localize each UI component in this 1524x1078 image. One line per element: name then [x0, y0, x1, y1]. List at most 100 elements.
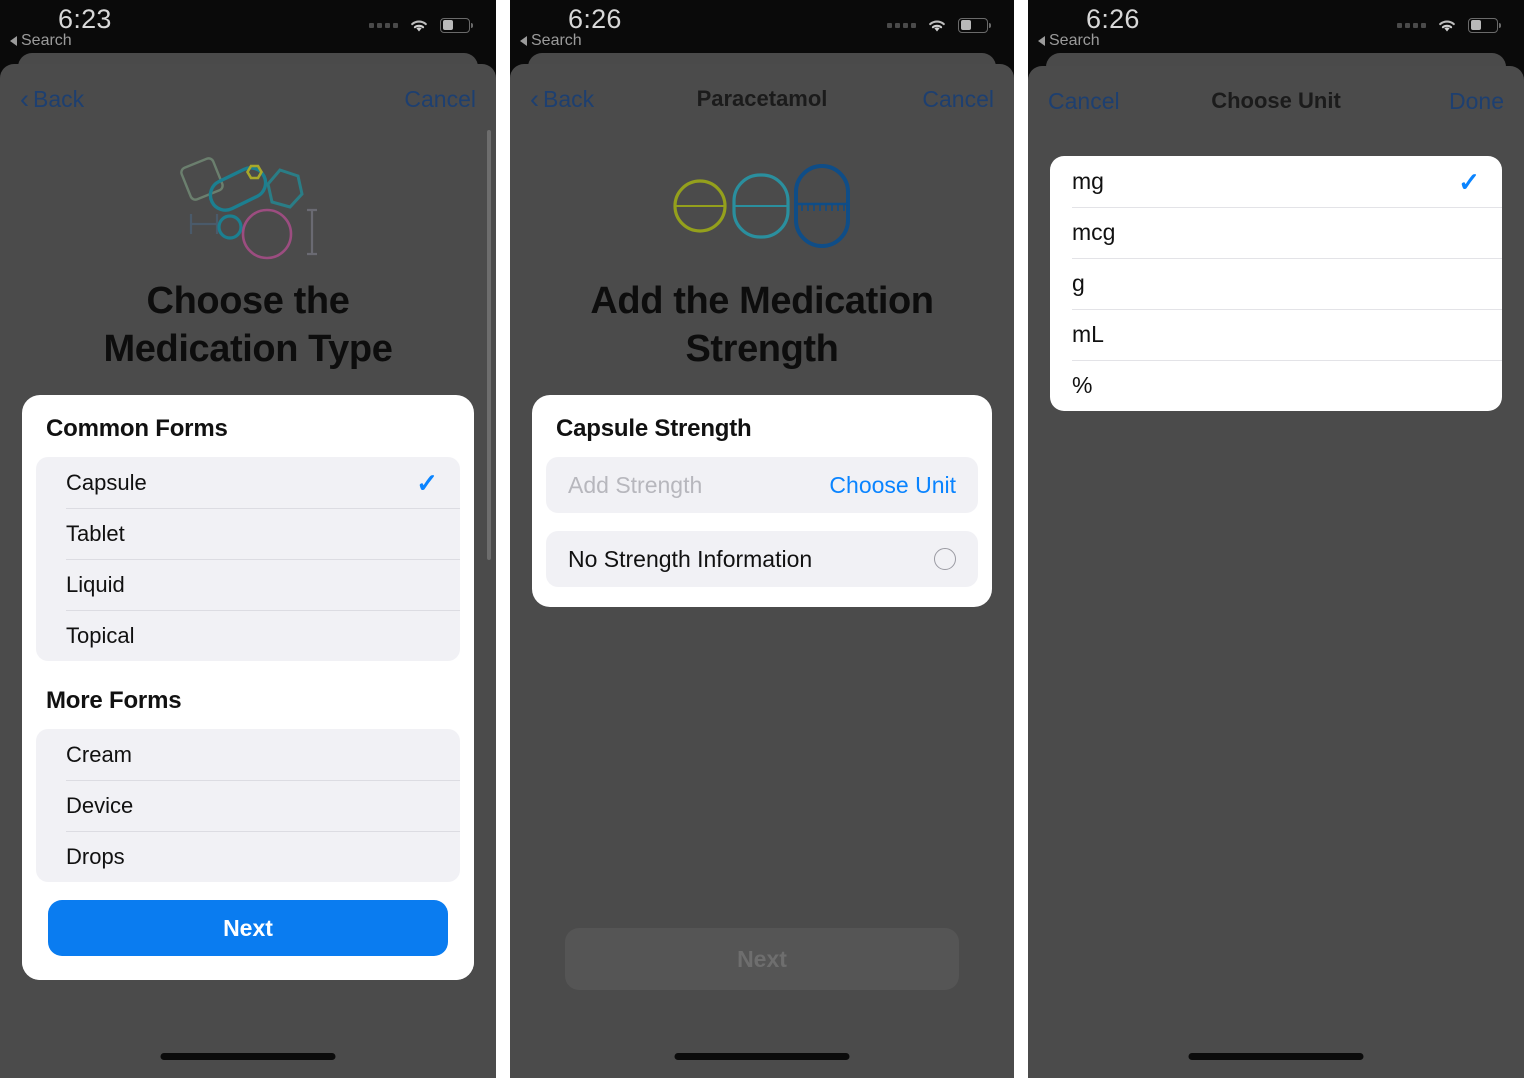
- more-forms-list: Cream Device Drops: [36, 729, 460, 882]
- unit-option-percent[interactable]: %: [1050, 360, 1502, 411]
- home-indicator[interactable]: [674, 1053, 850, 1060]
- back-triangle-icon: [520, 36, 527, 46]
- status-back-to-search[interactable]: Search: [1038, 32, 1100, 50]
- cancel-button-label: Cancel: [922, 85, 994, 112]
- page-title-line1: Add the Medication: [590, 280, 934, 322]
- back-triangle-icon: [1038, 36, 1045, 46]
- list-item-tablet[interactable]: Tablet: [36, 508, 460, 559]
- list-item-label: Topical: [66, 622, 135, 648]
- phone-panel-medication-type: 6:23 Search ‹ Back Cancel Choose the Med…: [0, 0, 496, 1078]
- scrollbar[interactable]: [487, 130, 491, 560]
- status-indicators: [1397, 16, 1501, 34]
- list-item-label: Drops: [66, 843, 125, 869]
- primary-action-area: Next: [22, 882, 474, 980]
- no-strength-information-option[interactable]: No Strength Information: [546, 531, 978, 587]
- medication-forms-card: Common Forms Capsule ✓ Tablet Liquid Top…: [22, 395, 474, 980]
- unit-option-ml[interactable]: mL: [1050, 309, 1502, 360]
- nav-bar: Cancel Choose Unit Done: [1028, 66, 1524, 136]
- back-button[interactable]: ‹ Back: [530, 85, 594, 113]
- unit-option-label: g: [1072, 270, 1085, 296]
- capsule-strength-card: Capsule Strength Add Strength Choose Uni…: [532, 395, 992, 607]
- checkmark-icon: ✓: [1458, 166, 1480, 197]
- modal-sheet: ‹ Back Paracetamol Cancel Add the Medica…: [510, 64, 1014, 1078]
- strength-input-row[interactable]: Add Strength Choose Unit: [546, 457, 978, 513]
- capsule-shapes-illustration: [510, 150, 1014, 262]
- common-forms-list: Capsule ✓ Tablet Liquid Topical: [36, 457, 460, 661]
- unit-option-label: %: [1072, 372, 1093, 398]
- status-back-label: Search: [21, 32, 72, 49]
- next-button[interactable]: Next: [48, 900, 448, 956]
- list-item-topical[interactable]: Topical: [36, 610, 460, 661]
- status-indicators: [369, 16, 473, 34]
- panel-divider-1: [496, 0, 510, 1078]
- unit-option-mcg[interactable]: mcg: [1050, 207, 1502, 258]
- battery-icon: [958, 17, 991, 33]
- screenshot-stage: 6:23 Search ‹ Back Cancel Choose the Med…: [0, 0, 1524, 1078]
- status-back-to-search[interactable]: Search: [520, 32, 582, 50]
- battery-icon: [440, 17, 473, 33]
- wifi-icon: [407, 16, 431, 34]
- chevron-left-icon: ‹: [20, 83, 29, 114]
- page-title-line2: Medication Type: [103, 327, 393, 370]
- cancel-button[interactable]: Cancel: [404, 86, 476, 113]
- next-button-label: Next: [223, 914, 273, 941]
- status-back-to-search[interactable]: Search: [10, 32, 72, 50]
- unit-option-label: mg: [1072, 168, 1104, 194]
- modal-sheet: ‹ Back Cancel Choose the Medication Type…: [0, 64, 496, 1078]
- list-item-label: Capsule: [66, 469, 147, 495]
- unit-option-mg[interactable]: mg ✓: [1050, 156, 1502, 207]
- wifi-icon: [925, 16, 949, 34]
- cancel-button[interactable]: Cancel: [1048, 88, 1120, 115]
- status-back-label: Search: [1049, 32, 1100, 49]
- cancel-button-label: Cancel: [1048, 87, 1120, 114]
- strength-input[interactable]: Add Strength: [568, 472, 829, 499]
- signal-dots-icon: [369, 22, 398, 28]
- done-button-label: Done: [1449, 87, 1504, 114]
- back-button[interactable]: ‹ Back: [20, 83, 85, 114]
- hero-section: Add the Medication Strength: [510, 134, 1014, 373]
- hero-section: Choose the Medication Type: [0, 134, 496, 373]
- section-heading-capsule-strength: Capsule Strength: [556, 415, 752, 442]
- battery-icon: [1468, 17, 1501, 33]
- nav-bar: ‹ Back Paracetamol Cancel: [510, 64, 1014, 134]
- home-indicator[interactable]: [1188, 1053, 1364, 1060]
- nav-bar: ‹ Back Cancel: [0, 64, 496, 134]
- home-indicator[interactable]: [160, 1053, 336, 1060]
- page-title-line2: Strength: [685, 327, 839, 370]
- status-bar: 6:23 Search: [0, 0, 496, 58]
- phone-panel-choose-unit: 6:26 Search Cancel Choose Unit Done mg ✓…: [1028, 0, 1524, 1078]
- list-item-label: Cream: [66, 741, 133, 767]
- next-button-label: Next: [737, 945, 787, 972]
- list-item-cream[interactable]: Cream: [36, 729, 460, 780]
- unit-option-g[interactable]: g: [1050, 258, 1502, 309]
- status-bar: 6:26 Search: [1028, 0, 1524, 58]
- status-indicators: [887, 16, 991, 34]
- signal-dots-icon: [887, 22, 916, 28]
- list-item-label: Liquid: [66, 571, 125, 597]
- back-button-label: Back: [33, 85, 85, 112]
- cancel-button-label: Cancel: [404, 85, 476, 112]
- wifi-icon: [1435, 16, 1459, 34]
- checkmark-icon: ✓: [416, 467, 438, 498]
- list-item-drops[interactable]: Drops: [36, 831, 460, 882]
- panel-divider-2: [1014, 0, 1028, 1078]
- page-title: Choose the Medication Type: [0, 262, 496, 373]
- no-strength-information-label: No Strength Information: [568, 545, 813, 572]
- list-item-label: Tablet: [66, 520, 125, 546]
- radio-circle-icon[interactable]: [934, 548, 956, 570]
- done-button[interactable]: Done: [1449, 88, 1504, 115]
- status-bar: 6:26 Search: [510, 0, 1014, 58]
- unit-picker-card: mg ✓ mcg g mL %: [1050, 156, 1502, 411]
- section-heading-common-forms: Common Forms: [46, 415, 228, 442]
- list-item-device[interactable]: Device: [36, 780, 460, 831]
- list-item-capsule[interactable]: Capsule ✓: [36, 457, 460, 508]
- medication-shapes-illustration: [0, 150, 496, 262]
- status-time: 6:26: [1086, 4, 1140, 34]
- list-item-liquid[interactable]: Liquid: [36, 559, 460, 610]
- signal-dots-icon: [1397, 22, 1426, 28]
- status-time: 6:26: [568, 4, 622, 34]
- page-title: Add the Medication Strength: [510, 262, 1014, 373]
- cancel-button[interactable]: Cancel: [922, 86, 994, 113]
- choose-unit-button[interactable]: Choose Unit: [829, 472, 956, 499]
- section-heading-more-forms: More Forms: [46, 687, 182, 714]
